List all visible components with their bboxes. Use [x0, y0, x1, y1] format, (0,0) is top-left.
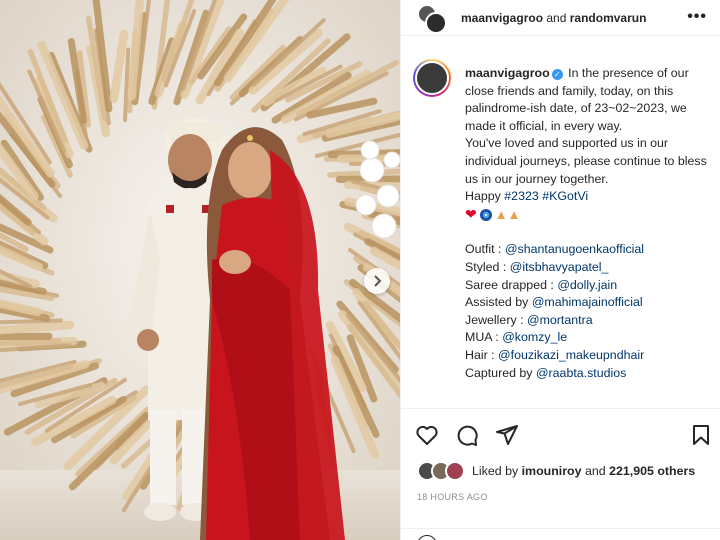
emoji-icon[interactable] — [417, 535, 437, 540]
hashtag-link[interactable]: #2323 — [504, 189, 538, 203]
likes-prefix: Liked by — [472, 464, 519, 478]
credit-line: Assisted by @mahimajainofficial — [465, 294, 711, 312]
folded-hands-icon: ▲▲ — [494, 206, 521, 222]
post-timestamp[interactable]: 18 HOURS AGO — [417, 492, 488, 502]
likes-row: Liked by imouniroy and 221,905 others — [417, 460, 695, 482]
credit-handle-link[interactable]: @fouzikazi_makeupndhair — [498, 348, 644, 362]
liker-username[interactable]: imouniroy — [522, 464, 582, 478]
emoji-row: ❤ ▲▲ — [465, 206, 711, 224]
credit-label: Captured by — [465, 365, 536, 380]
avatar — [425, 12, 447, 34]
credit-handle-link[interactable]: @mahimajainofficial — [532, 295, 643, 309]
heart-outline-icon[interactable] — [415, 423, 439, 447]
avatar[interactable] — [413, 59, 451, 97]
credit-handle-link[interactable]: @mortantra — [527, 313, 593, 327]
credit-line: Outfit : @shantanugoenkaofficial — [465, 241, 711, 259]
post-header: maanvigagroo and randomvarun ••• — [401, 0, 720, 36]
liker-avatars[interactable] — [417, 461, 469, 481]
comment-icon[interactable] — [455, 423, 479, 447]
caption-happy: Happy — [465, 189, 501, 204]
credit-handle-link[interactable]: @raabta.studios — [536, 366, 626, 380]
hashtag-link[interactable]: #KGotVi — [542, 189, 588, 203]
credit-handle-link[interactable]: @shantanugoenkaofficial — [505, 242, 644, 256]
action-bar — [401, 408, 720, 458]
credit-line: Saree drapped : @dolly.jain — [465, 277, 711, 295]
credits-list: Outfit : @shantanugoenkaofficial Styled :… — [465, 241, 711, 382]
credit-label: Assisted by — [465, 295, 532, 310]
likes-text: Liked by imouniroy and 221,905 others — [472, 464, 695, 478]
bookmark-icon[interactable] — [689, 423, 713, 447]
comment-bar — [401, 528, 720, 540]
credit-line: Jewellery : @mortantra — [465, 312, 711, 330]
wedding-photo-illustration — [0, 0, 400, 540]
paper-plane-icon[interactable] — [495, 423, 519, 447]
chevron-right-icon — [374, 275, 382, 287]
credit-handle-link[interactable]: @dolly.jain — [557, 278, 617, 292]
credit-handle-link[interactable]: @komzy_le — [502, 330, 567, 344]
caption-text: maanvigagroo ✓ In the presence of our clo… — [465, 65, 711, 382]
credit-line: Captured by @raabta.studios — [465, 365, 711, 383]
credit-handle-link[interactable]: @itsbhavyapatel_ — [510, 260, 609, 274]
credit-label: Saree drapped : — [465, 277, 558, 292]
credit-label: Hair : — [465, 347, 499, 362]
post-photo[interactable] — [0, 0, 400, 540]
caption-area: maanvigagroo ✓ In the presence of our clo… — [401, 36, 720, 408]
more-horizontal-icon[interactable]: ••• — [687, 8, 707, 26]
next-photo-button[interactable] — [364, 268, 390, 294]
heart-icon: ❤ — [465, 205, 477, 222]
evil-eye-icon — [479, 208, 492, 221]
caption-username[interactable]: maanvigagroo — [465, 66, 550, 80]
avatar — [445, 461, 465, 481]
credit-line: MUA : @komzy_le — [465, 329, 711, 347]
and-text: and — [546, 11, 567, 25]
collab-usernames: maanvigagroo and randomvarun — [461, 11, 646, 25]
credit-line: Styled : @itsbhavyapatel_ — [465, 259, 711, 277]
verified-badge-icon: ✓ — [551, 69, 563, 80]
collab-avatars[interactable] — [417, 4, 447, 34]
credit-line: Hair : @fouzikazi_makeupndhair — [465, 347, 711, 365]
credit-label: Outfit : — [465, 242, 505, 257]
credit-label: Jewellery : — [465, 312, 527, 327]
likes-and: and — [584, 464, 606, 478]
username-link[interactable]: maanvigagroo — [461, 11, 543, 25]
credit-label: Styled : — [465, 259, 510, 274]
post-details-panel: maanvigagroo and randomvarun ••• maanvig… — [400, 0, 720, 540]
caption-paragraph: You've loved and supported us in our ind… — [465, 136, 707, 186]
username-link[interactable]: randomvarun — [570, 11, 647, 25]
likes-count[interactable]: 221,905 others — [609, 464, 695, 478]
credit-label: MUA : — [465, 330, 503, 345]
